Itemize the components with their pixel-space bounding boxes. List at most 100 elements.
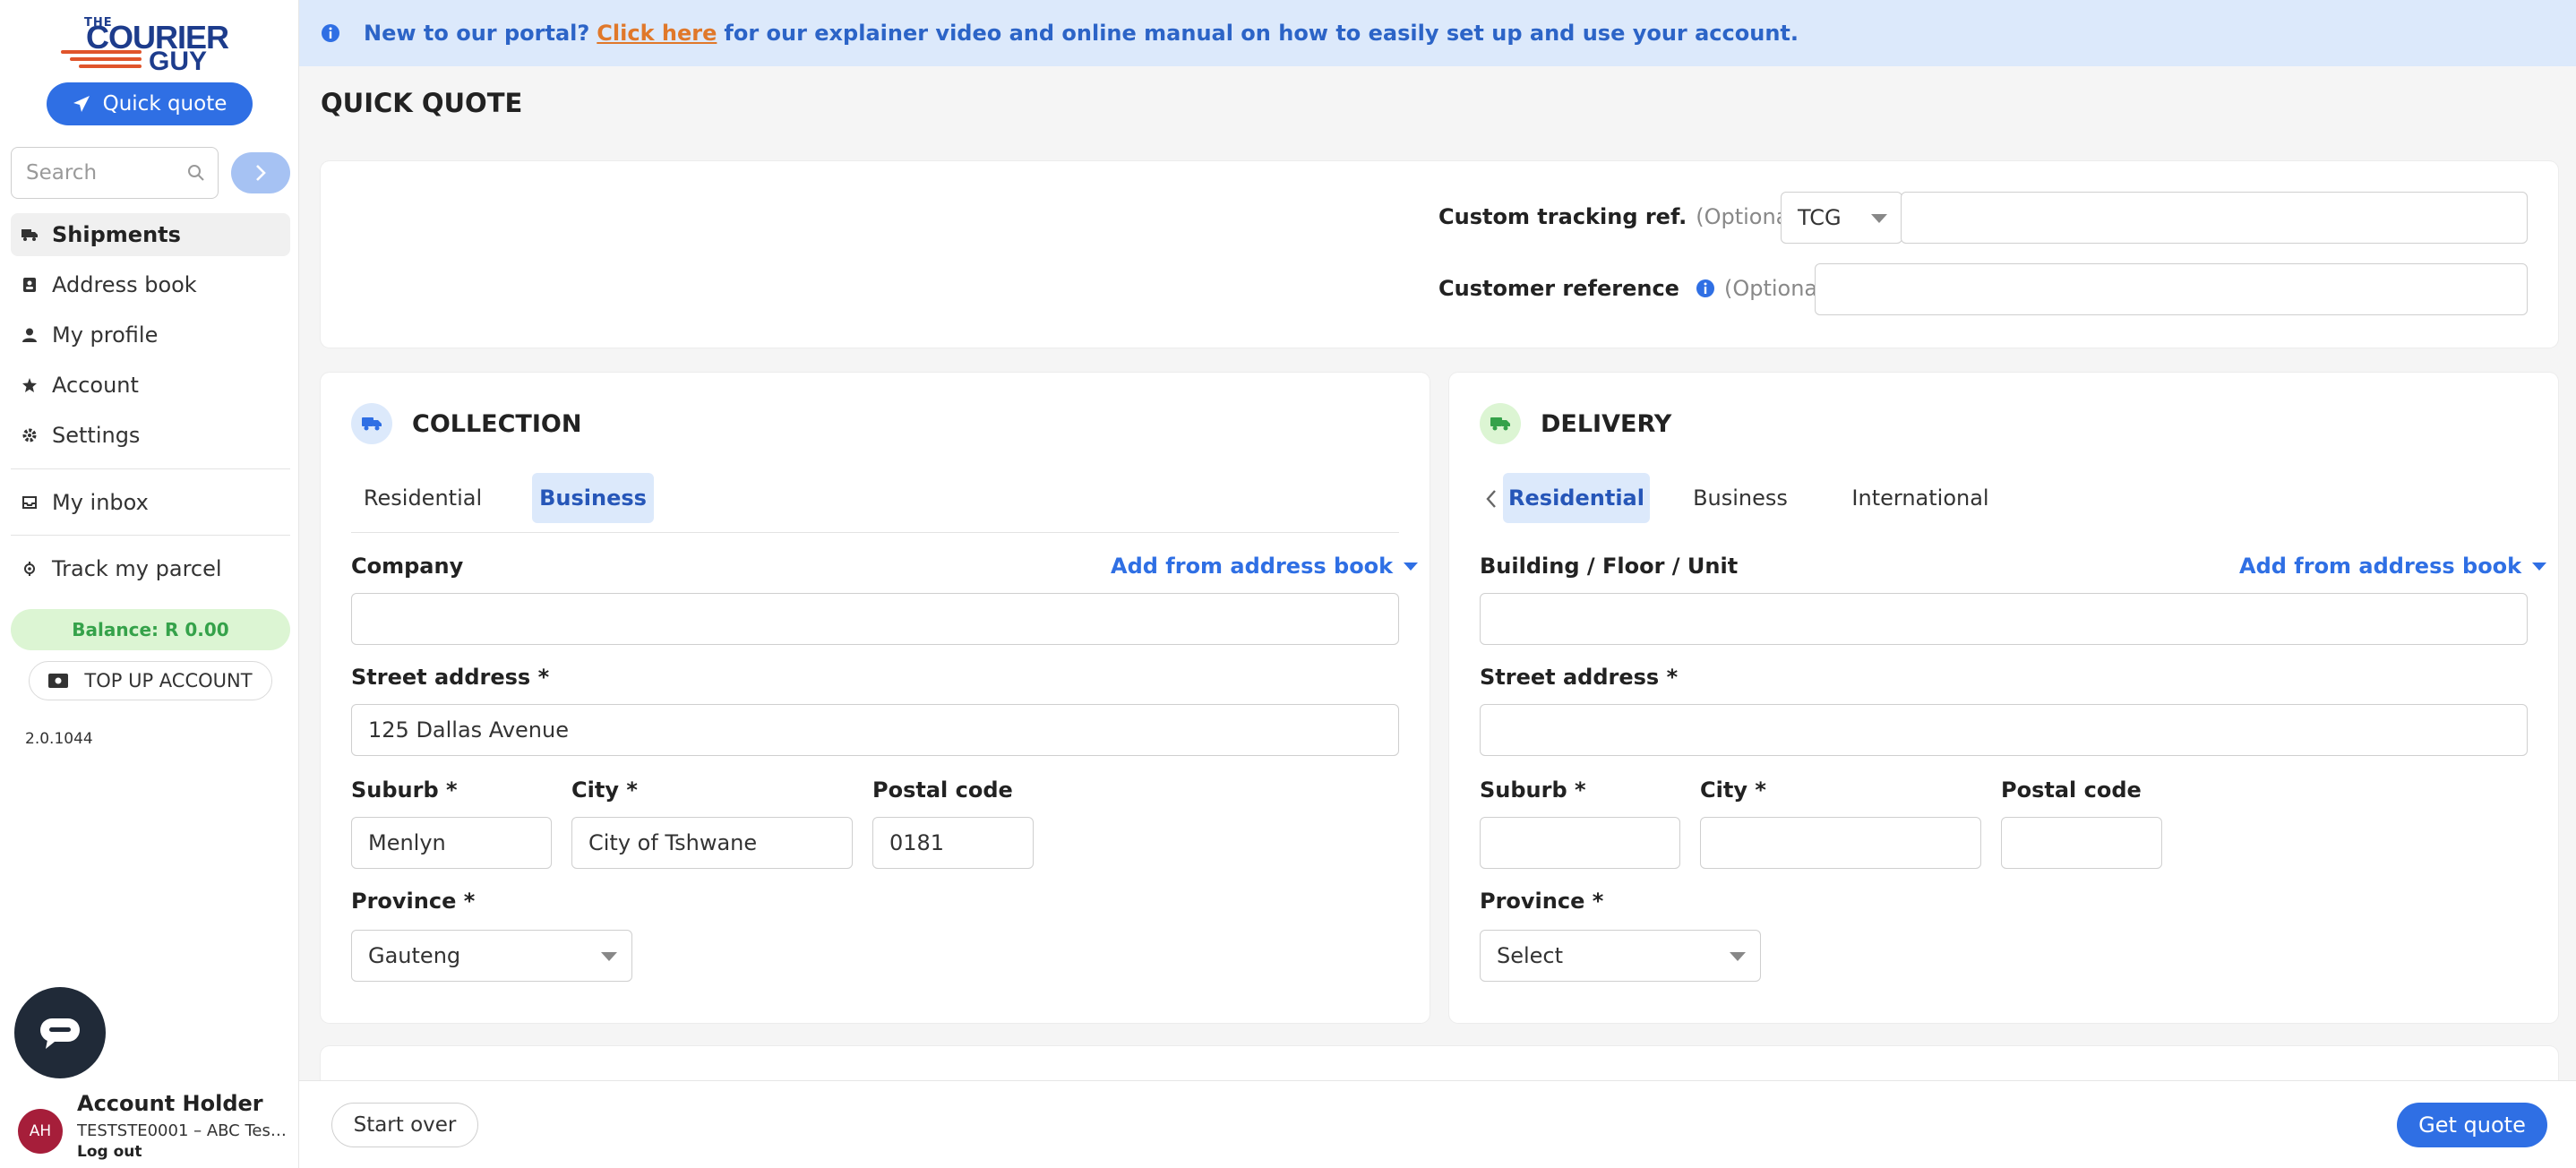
province-select[interactable]: Select xyxy=(1480,930,1761,982)
nav-settings[interactable]: Settings xyxy=(11,414,290,457)
postal-code-input[interactable]: 0181 xyxy=(872,817,1034,869)
courier-guy-logo[interactable]: THE COURIER GUY xyxy=(54,9,251,76)
chevron-right-icon xyxy=(256,165,266,181)
app-version: 2.0.1044 xyxy=(25,730,93,748)
delivery-title: DELIVERY xyxy=(1541,410,1672,438)
nav-my-inbox-label: My inbox xyxy=(52,490,149,515)
quick-quote-button[interactable]: Quick quote xyxy=(47,82,253,125)
nav-account-label: Account xyxy=(52,373,139,398)
suburb-input[interactable]: Menlyn xyxy=(351,817,552,869)
start-over-button[interactable]: Start over xyxy=(331,1103,478,1147)
inbox-icon xyxy=(21,494,38,511)
collection-title: COLLECTION xyxy=(412,410,582,438)
city-label: City * xyxy=(1700,777,1766,803)
chevron-left-icon[interactable] xyxy=(1485,489,1498,509)
user-block: AH Account Holder TESTSTE0001 – ABC Test… xyxy=(0,1080,299,1168)
money-icon xyxy=(48,674,69,688)
nav-shipments[interactable]: Shipments xyxy=(11,213,290,256)
user-icon xyxy=(21,327,38,343)
chat-button[interactable] xyxy=(14,987,106,1078)
caret-down-icon xyxy=(1871,214,1887,223)
street-address-label: Street address * xyxy=(351,665,550,690)
tracking-prefix-select[interactable]: TCG xyxy=(1781,192,1902,244)
nav-address-book[interactable]: Address book xyxy=(11,263,290,306)
nav-track-my-parcel[interactable]: Track my parcel xyxy=(11,547,290,590)
sidebar: THE COURIER GUY Quick quote Shipments Ad… xyxy=(0,0,299,1168)
search-box[interactable] xyxy=(11,147,219,199)
customer-reference-label-text: Customer reference xyxy=(1438,276,1679,301)
get-quote-button[interactable]: Get quote xyxy=(2397,1103,2547,1147)
next-section-card xyxy=(321,1046,2558,1082)
custom-tracking-ref-input[interactable] xyxy=(1901,192,2528,244)
delivery-tab-business[interactable]: Business xyxy=(1673,473,1807,523)
paper-plane-icon xyxy=(73,96,90,112)
collection-card: COLLECTION Residential Business Company … xyxy=(321,373,1430,1023)
footer-bar: Start over Get quote xyxy=(299,1080,2576,1168)
avatar[interactable]: AH xyxy=(18,1109,63,1154)
collection-add-from-address-book[interactable]: Add from address book xyxy=(1111,554,1419,579)
top-up-label: TOP UP ACCOUNT xyxy=(84,670,253,691)
company-label: Company xyxy=(351,554,464,579)
star-icon xyxy=(21,377,38,393)
banner-click-here-link[interactable]: Click here xyxy=(597,21,717,46)
nav-address-book-label: Address book xyxy=(52,272,197,297)
banner-suffix: for our explainer video and online manua… xyxy=(724,21,1799,46)
street-address-label: Street address * xyxy=(1480,665,1679,690)
city-label: City * xyxy=(571,777,638,803)
nav-my-profile-label: My profile xyxy=(52,322,159,348)
info-banner: New to our portal? Click here for our ex… xyxy=(299,0,2576,66)
logo-stripe xyxy=(79,64,142,68)
balance-badge: Balance: R 0.00 xyxy=(11,609,290,650)
suburb-input[interactable] xyxy=(1480,817,1680,869)
caret-down-icon xyxy=(1730,952,1746,961)
customer-reference-input[interactable] xyxy=(1815,263,2528,315)
collection-tab-business[interactable]: Business xyxy=(532,473,654,523)
chat-bubble-icon xyxy=(40,1018,80,1049)
add-from-address-book-label: Add from address book xyxy=(1111,554,1394,579)
street-address-input[interactable]: 125 Dallas Avenue xyxy=(351,704,1399,756)
city-input[interactable] xyxy=(1700,817,1981,869)
tab-divider xyxy=(351,532,1399,533)
search-input[interactable] xyxy=(24,160,176,185)
top-up-account-button[interactable]: TOP UP ACCOUNT xyxy=(29,661,272,700)
nav-account[interactable]: Account xyxy=(11,364,290,407)
postal-code-input[interactable] xyxy=(2001,817,2162,869)
delivery-add-from-address-book[interactable]: Add from address book xyxy=(2239,554,2547,579)
collection-tab-residential[interactable]: Residential xyxy=(351,473,494,523)
suburb-label: Suburb * xyxy=(351,777,458,803)
logo-stripe xyxy=(61,50,142,54)
delivery-tab-residential[interactable]: Residential xyxy=(1503,473,1650,523)
user-name: Account Holder xyxy=(77,1091,263,1116)
info-icon xyxy=(322,24,339,42)
delivery-card: DELIVERY Residential Business Internatio… xyxy=(1449,373,2558,1023)
province-value: Select xyxy=(1497,943,1564,968)
customer-reference-label: Customer reference (Optional) xyxy=(1438,276,1832,301)
caret-down-icon xyxy=(1404,562,1419,571)
custom-tracking-ref-label: Custom tracking ref. (Optional) xyxy=(1438,204,1803,229)
nav-track-my-parcel-label: Track my parcel xyxy=(52,556,222,581)
truck-icon xyxy=(21,227,38,243)
add-from-address-book-label: Add from address book xyxy=(2239,554,2522,579)
gear-icon xyxy=(21,427,38,443)
logo-guy: GUY xyxy=(149,47,208,76)
search-icon xyxy=(188,165,204,181)
building-floor-unit-input[interactable] xyxy=(1480,593,2528,645)
address-book-icon xyxy=(21,277,38,293)
info-icon[interactable] xyxy=(1696,279,1715,298)
delivery-tab-international[interactable]: International xyxy=(1831,473,2010,523)
nav-my-profile[interactable]: My profile xyxy=(11,313,290,356)
delivery-truck-icon xyxy=(1480,403,1521,444)
street-address-input[interactable] xyxy=(1480,704,2528,756)
page-title: QUICK QUOTE xyxy=(321,88,523,118)
nav-settings-label: Settings xyxy=(52,423,141,448)
suburb-label: Suburb * xyxy=(1480,777,1586,803)
city-input[interactable]: City of Tshwane xyxy=(571,817,853,869)
province-select[interactable]: Gauteng xyxy=(351,930,632,982)
logout-link[interactable]: Log out xyxy=(77,1143,142,1161)
nav-my-inbox[interactable]: My inbox xyxy=(11,481,290,524)
province-value: Gauteng xyxy=(368,943,461,968)
search-submit-button[interactable] xyxy=(231,152,290,193)
company-input[interactable] xyxy=(351,593,1399,645)
logo-stripe xyxy=(70,57,142,61)
postal-code-label: Postal code xyxy=(2001,777,2142,803)
